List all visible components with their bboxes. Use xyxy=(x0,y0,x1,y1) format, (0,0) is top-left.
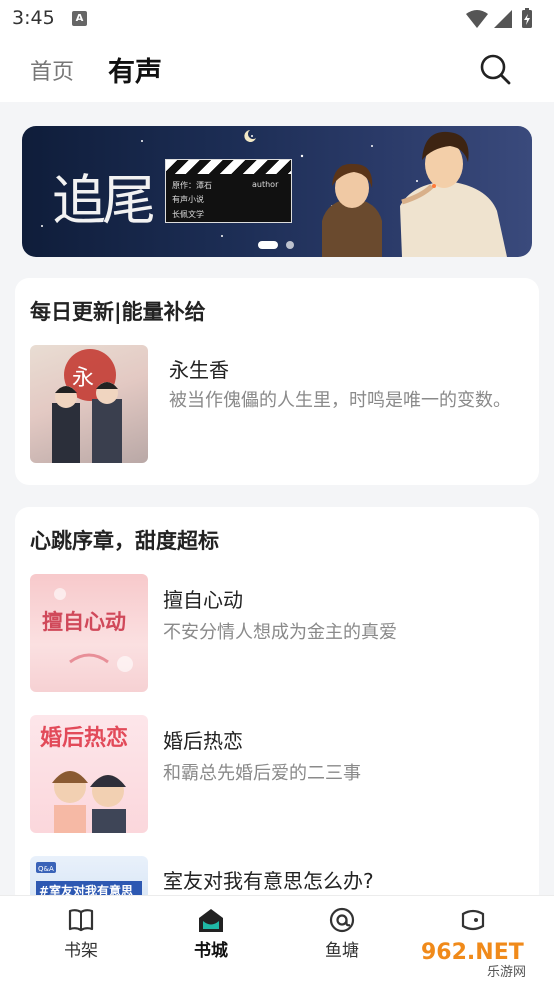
signal-icon xyxy=(494,10,512,28)
cover-title-text: 婚后热恋 xyxy=(40,725,128,751)
bookstore-icon xyxy=(199,909,223,932)
section-heartbeat: 心跳序章，甜度超标 擅自心动 擅自心动 不安分情人想成为金主的真爱 婚后热恋 婚… xyxy=(15,507,539,907)
clapper-publisher: 长佩文学 xyxy=(172,210,204,219)
book-title[interactable]: 婚后热恋 xyxy=(163,725,243,754)
clapper-line2: 有声小说 xyxy=(172,195,204,204)
status-icons xyxy=(466,8,532,28)
notification-icon: A xyxy=(72,11,87,26)
carousel-dot xyxy=(286,241,294,249)
wifi-icon xyxy=(466,10,488,28)
book-title[interactable]: 永生香 xyxy=(169,354,229,383)
carousel-dot-active xyxy=(258,241,278,249)
tab-home[interactable]: 首页 xyxy=(30,54,74,86)
watermark-logo: 962.NET 乐游网 xyxy=(415,935,551,981)
book-cover[interactable]: 永 xyxy=(30,345,148,463)
tab-fishpond[interactable]: 鱼塘 xyxy=(292,896,392,966)
top-nav: 首页 有声 xyxy=(0,38,554,102)
clapper-author: author xyxy=(252,180,279,189)
book-title[interactable]: 室友对我有意思怎么办? xyxy=(163,865,374,894)
cover-title-text: 永 xyxy=(72,366,94,391)
banner-title: 追尾 xyxy=(52,169,156,232)
book-title[interactable]: 擅自心动 xyxy=(163,584,243,613)
book-cover[interactable]: 婚后热恋 xyxy=(30,715,148,833)
tab-bookstore[interactable]: 书城 xyxy=(161,896,261,966)
clapperboard: 原作：潭石 author 有声小说 长佩文学 xyxy=(165,159,292,223)
section-title: 每日更新|能量补给 xyxy=(30,300,206,324)
book-cover[interactable]: 擅自心动 xyxy=(30,574,148,692)
tab-audio[interactable]: 有声 xyxy=(108,50,162,89)
watermark-sub: 乐游网 xyxy=(487,965,526,980)
section-daily-update: 每日更新|能量补给 永 永生香 被当作傀儡的人生里，时鸣是唯一的变数。 xyxy=(15,278,539,485)
book-description: 被当作傀儡的人生里，时鸣是唯一的变数。 xyxy=(169,390,511,411)
clapper-line1: 原作：潭石 xyxy=(172,181,212,190)
banner-illustration xyxy=(322,131,507,257)
at-sign-icon xyxy=(329,907,355,933)
tab-label: 鱼塘 xyxy=(325,941,359,961)
watermark-brand: 962.NET xyxy=(421,940,524,965)
search-icon[interactable] xyxy=(478,52,512,86)
book-description: 不安分情人想成为金主的真爱 xyxy=(163,622,397,643)
tab-label: 书架 xyxy=(64,941,98,961)
status-bar: 3:45 A xyxy=(0,0,554,38)
tab-bookshelf[interactable]: 书架 xyxy=(31,896,131,966)
chat-icon xyxy=(461,909,485,931)
moon-icon xyxy=(244,130,256,142)
banner-carousel[interactable]: 追尾 原作：潭石 author 有声小说 长佩文学 xyxy=(22,126,532,257)
tab-label: 书城 xyxy=(194,941,228,961)
svg-text:Q&A: Q&A xyxy=(38,865,54,873)
cover-title-text: 擅自心动 xyxy=(42,610,126,634)
section-title: 心跳序章，甜度超标 xyxy=(30,529,219,553)
book-open-icon xyxy=(68,909,94,932)
book-description: 和霸总先婚后爱的二三事 xyxy=(163,763,361,784)
status-time: 3:45 xyxy=(12,7,55,29)
